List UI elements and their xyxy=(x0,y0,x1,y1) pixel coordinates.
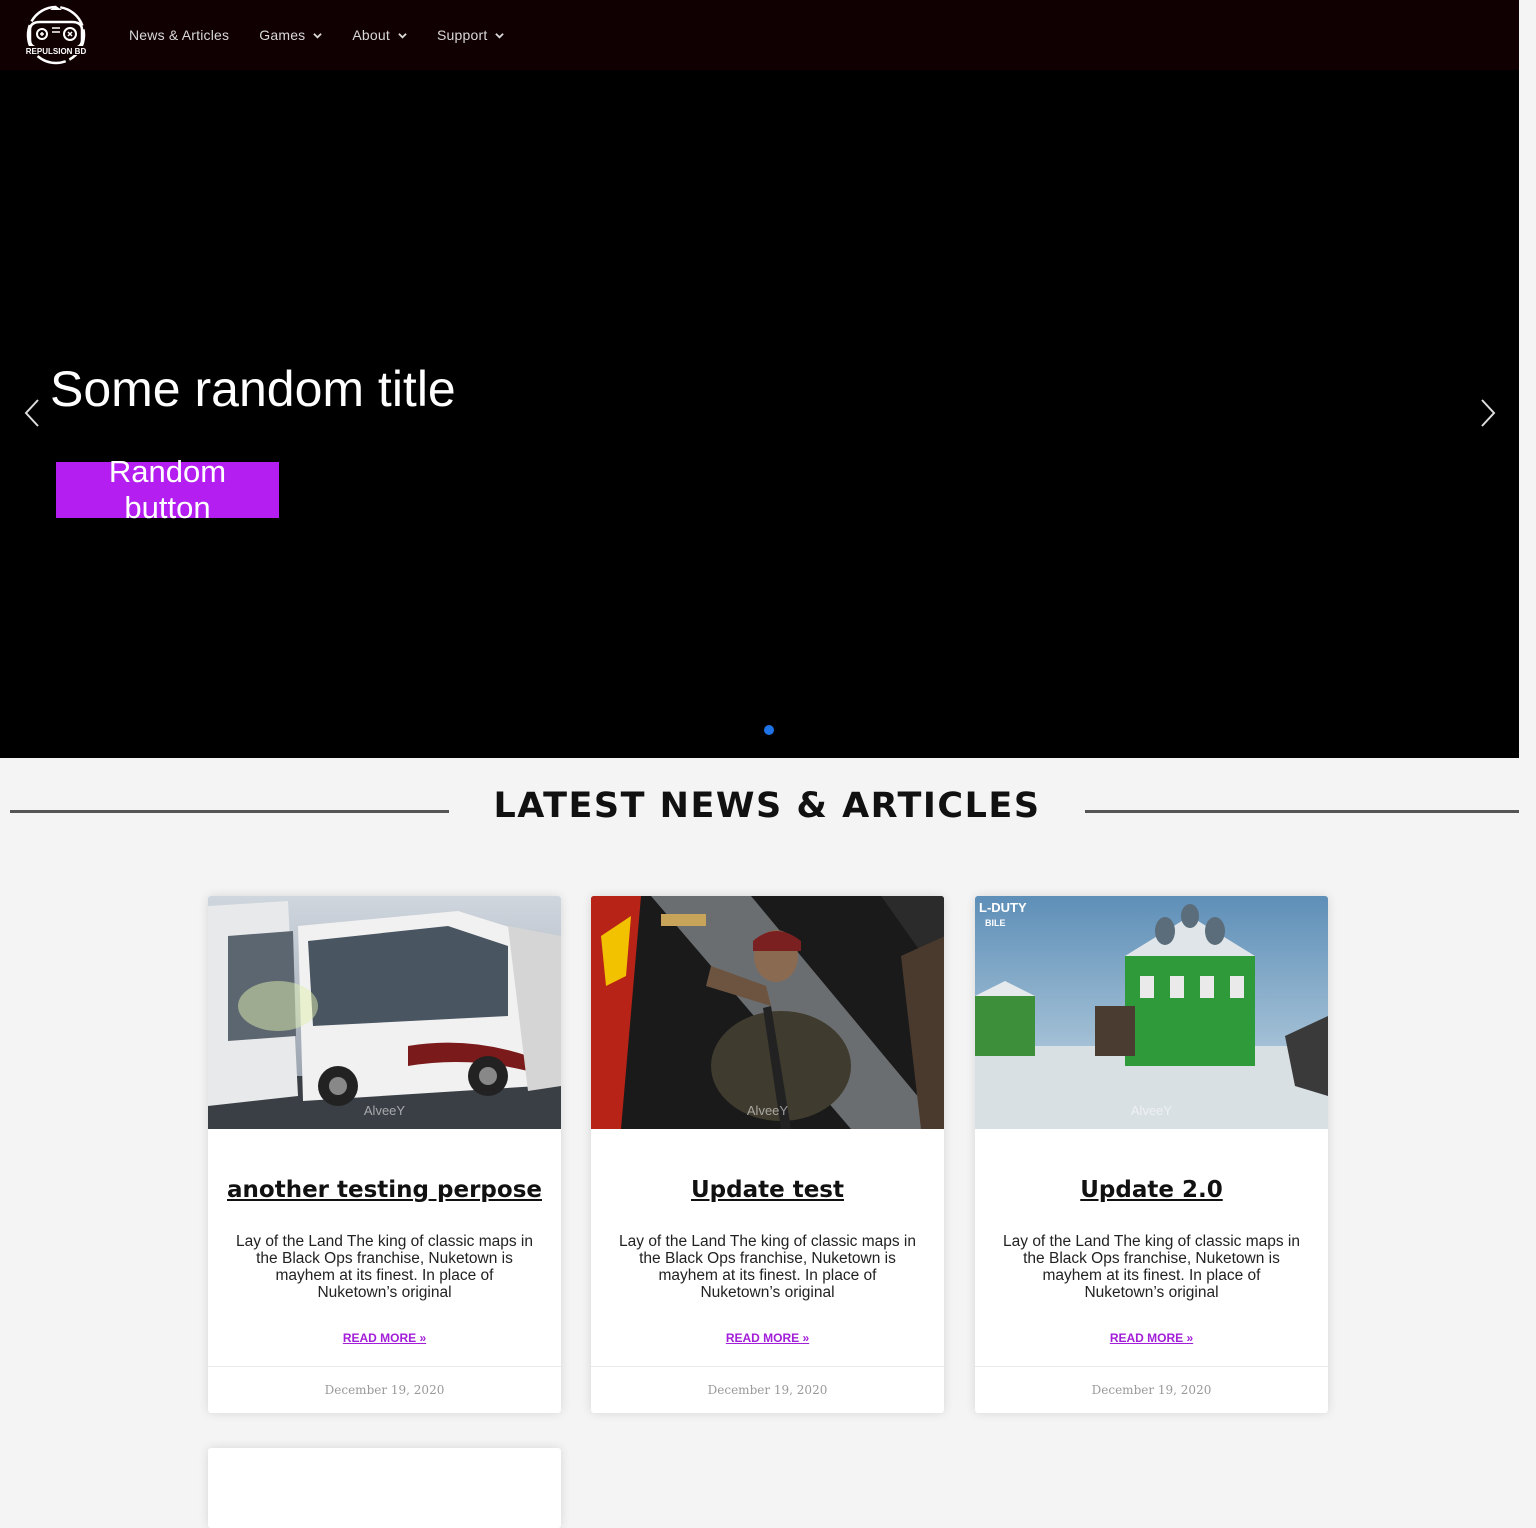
gamepad-logo-icon: REPULSION BD xyxy=(22,5,90,65)
chevron-right-icon xyxy=(1481,399,1496,427)
slider-pagination-dot[interactable] xyxy=(764,725,774,735)
post-date: December 19, 2020 xyxy=(975,1366,1328,1413)
hero-cta-button[interactable]: Random button xyxy=(56,454,279,525)
site-header: REPULSION BD News & Articles Games About… xyxy=(0,0,1519,70)
nav-label: Games xyxy=(259,27,306,43)
read-more-link[interactable]: READ MORE » xyxy=(975,1331,1328,1345)
chevron-down-icon xyxy=(398,32,407,39)
chevron-down-icon xyxy=(313,32,323,39)
post-card xyxy=(208,1448,561,1528)
read-more-link[interactable]: READ MORE » xyxy=(591,1331,944,1345)
green-house-image: L-DUTY BILE xyxy=(975,896,1328,1129)
heading-divider-left xyxy=(10,810,449,813)
main-nav: News & Articles Games About Support xyxy=(114,0,519,70)
chevron-left-icon xyxy=(24,399,39,427)
nav-label: Support xyxy=(436,27,488,43)
image-watermark: AlveeY xyxy=(1130,1103,1173,1118)
post-date: December 19, 2020 xyxy=(591,1366,944,1413)
nav-about[interactable]: About xyxy=(337,0,422,70)
nav-label: About xyxy=(352,27,390,43)
hero-title: Some random title xyxy=(50,361,456,417)
image-watermark: AlveeY xyxy=(746,1103,789,1118)
site-logo[interactable]: REPULSION BD xyxy=(16,4,96,66)
image-logo-text-1: L-DUTY xyxy=(979,900,1027,915)
post-card: AlveeY Update test Lay of the Land The k… xyxy=(591,896,944,1413)
post-title[interactable]: another testing perpose xyxy=(208,1177,561,1203)
post-title[interactable]: Update 2.0 xyxy=(975,1177,1328,1203)
slider-next-arrow[interactable] xyxy=(1476,398,1500,428)
bus-image xyxy=(208,896,561,1129)
read-more-link[interactable]: READ MORE » xyxy=(208,1331,561,1345)
heading-divider-right xyxy=(1085,810,1519,813)
post-date: December 19, 2020 xyxy=(208,1366,561,1413)
post-card: AlveeY another testing perpose Lay of th… xyxy=(208,896,561,1413)
post-thumbnail[interactable]: L-DUTY BILE AlveeY xyxy=(975,896,1328,1129)
chevron-down-icon xyxy=(495,32,505,39)
post-thumbnail[interactable]: AlveeY xyxy=(208,896,561,1129)
nav-games[interactable]: Games xyxy=(244,0,337,70)
post-excerpt: Lay of the Land The king of classic maps… xyxy=(1003,1233,1300,1301)
post-card: L-DUTY BILE AlveeY Update 2.0 Lay of the… xyxy=(975,896,1328,1413)
hero-slider: Some random title Random button xyxy=(0,70,1519,758)
section-heading: LATEST NEWS & ARTICLES xyxy=(493,786,1041,826)
slider-prev-arrow[interactable] xyxy=(20,398,44,428)
nav-label: News & Articles xyxy=(129,27,230,43)
scrollbar-track[interactable] xyxy=(1519,0,1536,1520)
soldier-image xyxy=(591,896,944,1129)
nav-news-articles[interactable]: News & Articles xyxy=(114,0,244,70)
svg-text:REPULSION BD: REPULSION BD xyxy=(26,47,87,56)
post-title[interactable]: Update test xyxy=(591,1177,944,1203)
post-excerpt: Lay of the Land The king of classic maps… xyxy=(619,1233,916,1301)
post-excerpt: Lay of the Land The king of classic maps… xyxy=(236,1233,533,1301)
nav-support[interactable]: Support xyxy=(422,0,519,70)
image-logo-text-2: BILE xyxy=(985,918,1006,928)
image-watermark: AlveeY xyxy=(363,1103,406,1118)
post-thumbnail[interactable]: AlveeY xyxy=(591,896,944,1129)
